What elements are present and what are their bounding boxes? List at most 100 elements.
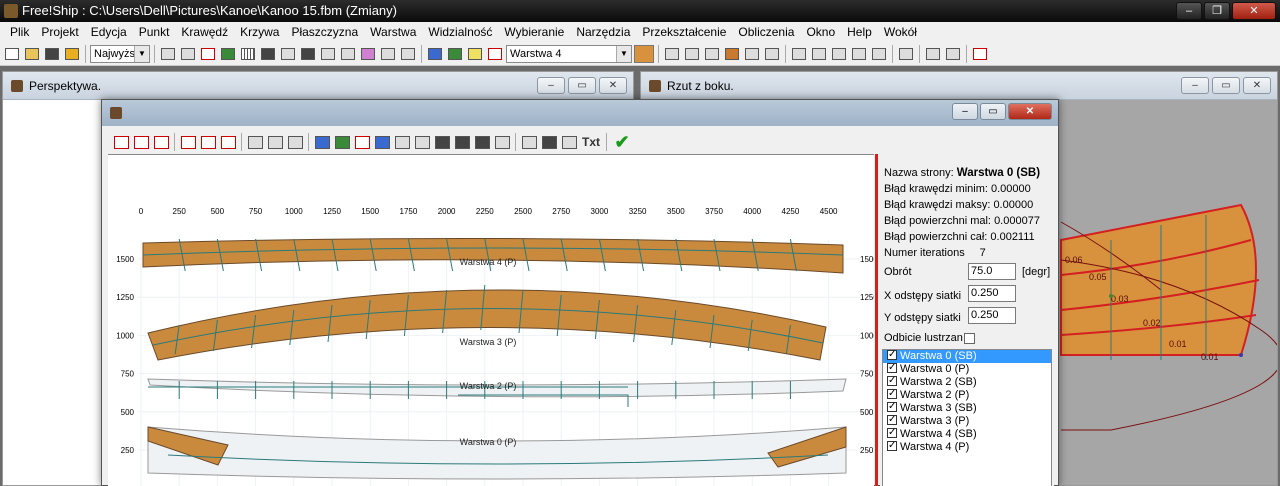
rotate-cw-icon[interactable] bbox=[179, 133, 197, 151]
stations-icon[interactable] bbox=[259, 45, 277, 63]
layer-item[interactable]: Warstwa 4 (P) bbox=[883, 439, 1051, 454]
close-button[interactable]: ✕ bbox=[1008, 103, 1052, 120]
diagonals-icon[interactable] bbox=[319, 45, 337, 63]
rotate-90-cw-icon[interactable] bbox=[219, 133, 237, 151]
layer-delete-icon[interactable] bbox=[486, 45, 504, 63]
unfolded-plates-view[interactable]: 0 250 500 750 1000 1250 1500 1750 2000 2250 2500 27… bbox=[108, 154, 878, 486]
waterlines-icon[interactable] bbox=[473, 133, 491, 151]
mirror-checkbox[interactable] bbox=[963, 332, 975, 344]
chevron-down-icon[interactable]: ▼ bbox=[134, 45, 149, 62]
layer-color-swatch[interactable] bbox=[634, 44, 654, 63]
layer-item[interactable]: Warstwa 3 (SB) bbox=[883, 400, 1051, 415]
close-button[interactable]: ✕ bbox=[1232, 2, 1276, 20]
new-file-icon[interactable] bbox=[3, 45, 21, 63]
x-grid-input[interactable]: 0.250 bbox=[968, 285, 1016, 302]
menu-krawedz[interactable]: Krawędź bbox=[175, 22, 234, 42]
layer-checkbox[interactable] bbox=[887, 361, 897, 374]
menu-projekt[interactable]: Projekt bbox=[35, 22, 84, 42]
rotate-90-ccw-icon[interactable] bbox=[112, 133, 130, 151]
close-button[interactable]: ✕ bbox=[1243, 77, 1271, 94]
point-lock-icon[interactable] bbox=[830, 45, 848, 63]
menu-obliczenia[interactable]: Obliczenia bbox=[732, 22, 800, 42]
layer-checkbox[interactable] bbox=[887, 426, 897, 439]
layer-checkbox[interactable] bbox=[887, 374, 897, 387]
layer-checkbox[interactable] bbox=[887, 413, 897, 426]
markers-icon[interactable] bbox=[399, 45, 417, 63]
print-icon[interactable] bbox=[520, 133, 538, 151]
buttocks-icon[interactable] bbox=[279, 45, 297, 63]
minimize-button[interactable]: ‒ bbox=[1181, 77, 1209, 94]
collapse-icon[interactable] bbox=[703, 45, 721, 63]
menu-wokol[interactable]: Wokół bbox=[878, 22, 923, 42]
hydrostatics-icon[interactable] bbox=[339, 45, 357, 63]
menu-edycja[interactable]: Edycja bbox=[85, 22, 133, 42]
extrude-icon[interactable] bbox=[663, 45, 681, 63]
globe-icon[interactable] bbox=[433, 133, 451, 151]
menu-narzedzia[interactable]: Narzędzia bbox=[570, 22, 636, 42]
rotate-ccw-icon[interactable] bbox=[152, 133, 170, 151]
menu-krzywa[interactable]: Krzywa bbox=[234, 22, 285, 42]
curve-new-icon[interactable] bbox=[897, 45, 915, 63]
minimize-button[interactable]: ‒ bbox=[952, 103, 978, 120]
menu-warstwa[interactable]: Warstwa bbox=[364, 22, 422, 42]
menu-wybieranie[interactable]: Wybieranie bbox=[498, 22, 570, 42]
layer-checkbox[interactable] bbox=[887, 439, 897, 452]
zoom-extents-icon[interactable] bbox=[246, 133, 264, 151]
ok-checkmark-icon[interactable]: ✔ bbox=[611, 132, 633, 152]
zoom-in-icon[interactable] bbox=[266, 133, 284, 151]
crease-icon[interactable] bbox=[763, 45, 781, 63]
menu-punkt[interactable]: Punkt bbox=[133, 22, 176, 42]
keel-icon[interactable] bbox=[944, 45, 962, 63]
layer-item[interactable]: Warstwa 4 (SB) bbox=[883, 426, 1051, 441]
point-new-icon[interactable] bbox=[790, 45, 808, 63]
menu-okno[interactable]: Okno bbox=[800, 22, 841, 42]
panel-splitter[interactable] bbox=[875, 154, 878, 486]
precision-select[interactable]: Najwyższy ▼ bbox=[90, 44, 150, 63]
layer-item[interactable]: Warstwa 2 (SB) bbox=[883, 374, 1051, 389]
flowlines-icon[interactable] bbox=[359, 45, 377, 63]
chevron-down-icon[interactable]: ▼ bbox=[616, 45, 631, 62]
book-icon[interactable] bbox=[63, 45, 81, 63]
menu-plaszczyzna[interactable]: Płaszczyzna bbox=[285, 22, 364, 42]
layer-list-icon[interactable] bbox=[466, 45, 484, 63]
layer-checkbox[interactable] bbox=[887, 387, 897, 400]
menu-help[interactable]: Help bbox=[841, 22, 878, 42]
rotate-45-cw-icon[interactable] bbox=[199, 133, 217, 151]
waterlines-icon[interactable] bbox=[299, 45, 317, 63]
normals-icon[interactable] bbox=[199, 45, 217, 63]
control-net-icon[interactable] bbox=[159, 45, 177, 63]
minimize-button[interactable]: ‒ bbox=[1176, 2, 1202, 20]
y-grid-input[interactable]: 0.250 bbox=[968, 307, 1016, 324]
mirror-icon[interactable] bbox=[313, 133, 331, 151]
menu-plik[interactable]: Plik bbox=[4, 22, 35, 42]
layer-checkbox[interactable] bbox=[887, 348, 897, 361]
maximize-button[interactable]: ▭ bbox=[568, 77, 596, 94]
grid-icon[interactable] bbox=[239, 45, 257, 63]
exit-icon[interactable] bbox=[971, 45, 989, 63]
sun-icon[interactable] bbox=[924, 45, 942, 63]
restore-button[interactable]: ❐ bbox=[1204, 2, 1230, 20]
layer-select[interactable]: Warstwa 4 ▼ bbox=[506, 44, 632, 63]
erase-icon[interactable] bbox=[353, 133, 371, 151]
txt-button[interactable]: Txt bbox=[580, 133, 602, 151]
flip-icon[interactable] bbox=[743, 45, 761, 63]
maximize-button[interactable]: ▭ bbox=[1212, 77, 1240, 94]
menu-przeksztalcenie[interactable]: Przekształcenie bbox=[636, 22, 732, 42]
maximize-button[interactable]: ▭ bbox=[980, 103, 1006, 120]
curvature-icon[interactable] bbox=[379, 45, 397, 63]
point-align-icon[interactable] bbox=[810, 45, 828, 63]
layer-item[interactable]: Warstwa 0 (P) bbox=[883, 361, 1051, 376]
play-icon[interactable] bbox=[373, 133, 391, 151]
point-intersect-icon[interactable] bbox=[870, 45, 888, 63]
layer-color-icon[interactable] bbox=[446, 45, 464, 63]
diagonals-icon[interactable] bbox=[493, 133, 511, 151]
coordinates-icon[interactable] bbox=[560, 133, 578, 151]
fill-color-icon[interactable] bbox=[333, 133, 351, 151]
minimize-button[interactable]: ‒ bbox=[537, 77, 565, 94]
rotate-45-ccw-icon[interactable] bbox=[132, 133, 150, 151]
close-button[interactable]: ✕ bbox=[599, 77, 627, 94]
layer-item[interactable]: Warstwa 2 (P) bbox=[883, 387, 1051, 402]
stations-icon[interactable] bbox=[453, 133, 471, 151]
save-icon[interactable] bbox=[43, 45, 61, 63]
layer-item[interactable]: Warstwa 0 (SB) bbox=[883, 348, 1051, 363]
